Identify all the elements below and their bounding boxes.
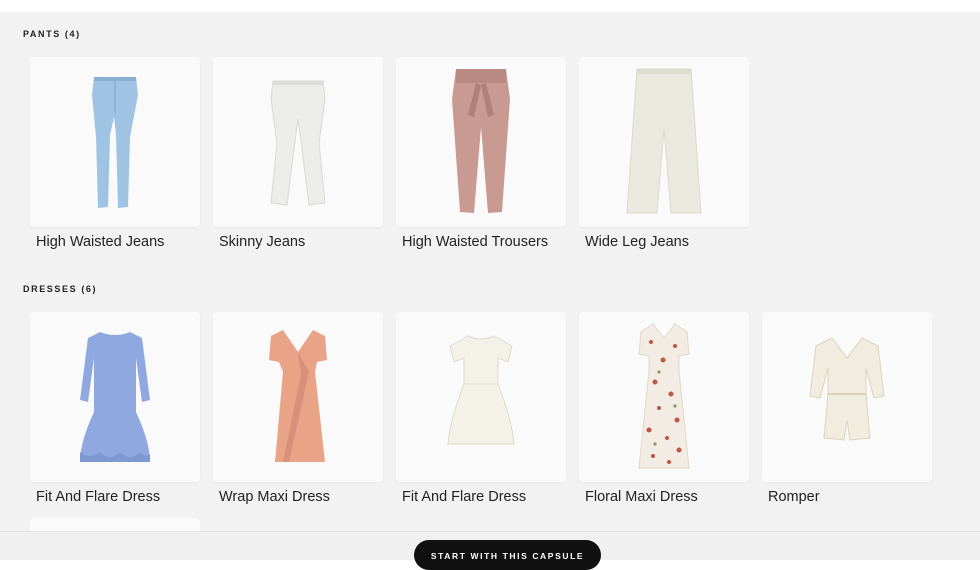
dresses-section-title: DRESSES (6) bbox=[23, 284, 98, 294]
dusty-pink-tie-waist-trousers-icon bbox=[452, 69, 510, 213]
white-skinny-jeans-icon bbox=[270, 80, 326, 206]
light-blue-skinny-jeans-icon bbox=[92, 77, 138, 208]
floral-print-maxi-dress-icon bbox=[638, 323, 690, 469]
product-card-wide-leg-jeans[interactable] bbox=[579, 57, 749, 227]
ivory-fit-and-flare-dress-icon bbox=[447, 335, 515, 445]
start-capsule-button[interactable]: START WITH THIS CAPSULE bbox=[414, 540, 601, 570]
product-card-partial[interactable] bbox=[30, 518, 200, 532]
product-label[interactable]: High Waisted Trousers bbox=[402, 234, 548, 250]
product-card-wrap-maxi-dress[interactable] bbox=[213, 312, 383, 482]
peach-wrap-maxi-dress-icon bbox=[269, 330, 327, 462]
product-label[interactable]: Skinny Jeans bbox=[219, 234, 305, 250]
cream-wide-leg-jeans-icon bbox=[626, 68, 702, 214]
product-card-skinny-jeans[interactable] bbox=[213, 57, 383, 227]
cream-romper-icon bbox=[809, 337, 885, 441]
product-card-fit-and-flare-dress-2[interactable] bbox=[396, 312, 566, 482]
product-label[interactable]: Wide Leg Jeans bbox=[585, 234, 689, 250]
product-label[interactable]: Floral Maxi Dress bbox=[585, 489, 698, 505]
product-label[interactable]: High Waisted Jeans bbox=[36, 234, 164, 250]
product-card-high-waisted-trousers[interactable] bbox=[396, 57, 566, 227]
product-label[interactable]: Romper bbox=[768, 489, 820, 505]
product-label[interactable]: Fit And Flare Dress bbox=[36, 489, 160, 505]
periwinkle-fit-and-flare-dress-icon bbox=[80, 332, 150, 462]
product-card-floral-maxi-dress[interactable] bbox=[579, 312, 749, 482]
product-label[interactable]: Fit And Flare Dress bbox=[402, 489, 526, 505]
product-label[interactable]: Wrap Maxi Dress bbox=[219, 489, 330, 505]
product-card-romper[interactable] bbox=[762, 312, 932, 482]
pants-section-title: PANTS (4) bbox=[23, 29, 81, 39]
product-card-high-waisted-jeans[interactable] bbox=[30, 57, 200, 227]
product-card-fit-and-flare-dress[interactable] bbox=[30, 312, 200, 482]
